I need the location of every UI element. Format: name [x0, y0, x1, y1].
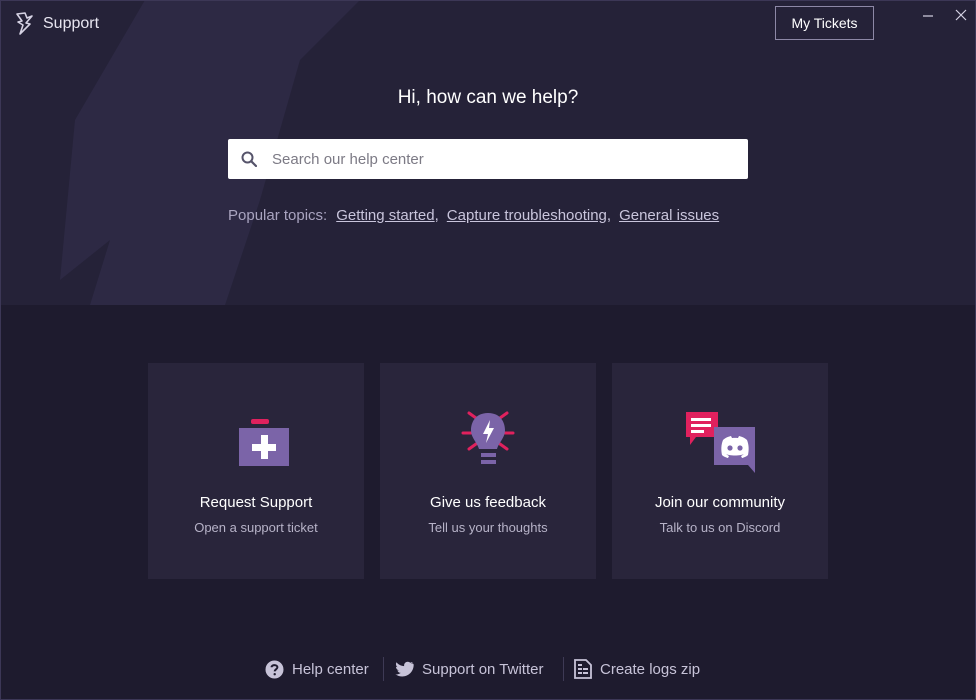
request-support-card[interactable]: Request Support Open a support ticket	[148, 363, 364, 579]
topic-separator: ,	[606, 207, 612, 224]
help-icon	[265, 660, 284, 678]
minimize-icon[interactable]	[920, 7, 936, 23]
first-aid-kit-icon	[239, 419, 289, 466]
topic-link-getting-started[interactable]: Getting started	[336, 207, 434, 224]
search-icon	[241, 151, 257, 167]
card-subtitle: Open a support ticket	[194, 520, 318, 535]
topic-separator: ,	[434, 207, 439, 224]
discord-chat-icon	[686, 412, 755, 473]
join-community-card[interactable]: Join our community Talk to us on Discord	[612, 363, 828, 579]
card-subtitle: Talk to us on Discord	[659, 520, 781, 535]
create-logs-link[interactable]: Create logs zip	[574, 656, 700, 682]
card-title: Request Support	[199, 494, 313, 511]
footer-divider	[383, 657, 384, 681]
lightbulb-icon	[461, 411, 515, 464]
title-bar: Support My Tickets	[0, 0, 976, 48]
app-title: Support	[43, 15, 100, 32]
icon-container	[380, 409, 596, 475]
topic-link-capture-troubleshooting[interactable]: Capture troubleshooting	[447, 207, 607, 224]
search-box[interactable]	[228, 139, 748, 179]
footer-divider	[563, 657, 564, 681]
support-twitter-link[interactable]: Support on Twitter	[394, 656, 543, 682]
search-input[interactable]	[272, 139, 732, 179]
logs-zip-icon	[574, 659, 592, 679]
twitter-icon	[395, 661, 414, 676]
app-logo-icon	[16, 12, 33, 35]
page-title: Hi, how can we help?	[397, 87, 579, 108]
support-twitter-label: Support on Twitter	[422, 660, 544, 678]
give-feedback-card[interactable]: Give us feedback Tell us your thoughts	[380, 363, 596, 579]
topic-link-general-issues[interactable]: General issues	[619, 207, 719, 224]
icon-container	[148, 409, 364, 475]
help-center-link[interactable]: Help center	[265, 656, 369, 682]
popular-topics-label: Popular topics:	[228, 207, 328, 224]
card-subtitle: Tell us your thoughts	[428, 520, 548, 535]
card-title: Join our community	[654, 494, 786, 511]
card-title: Give us feedback	[430, 494, 546, 511]
icon-container	[612, 409, 828, 475]
my-tickets-button[interactable]: My Tickets	[775, 6, 874, 40]
popular-topics: Popular topics: Getting started, Capture t…	[228, 207, 719, 224]
create-logs-label: Create logs zip	[600, 660, 701, 678]
close-icon[interactable]	[953, 7, 969, 23]
help-center-label: Help center	[292, 660, 369, 678]
